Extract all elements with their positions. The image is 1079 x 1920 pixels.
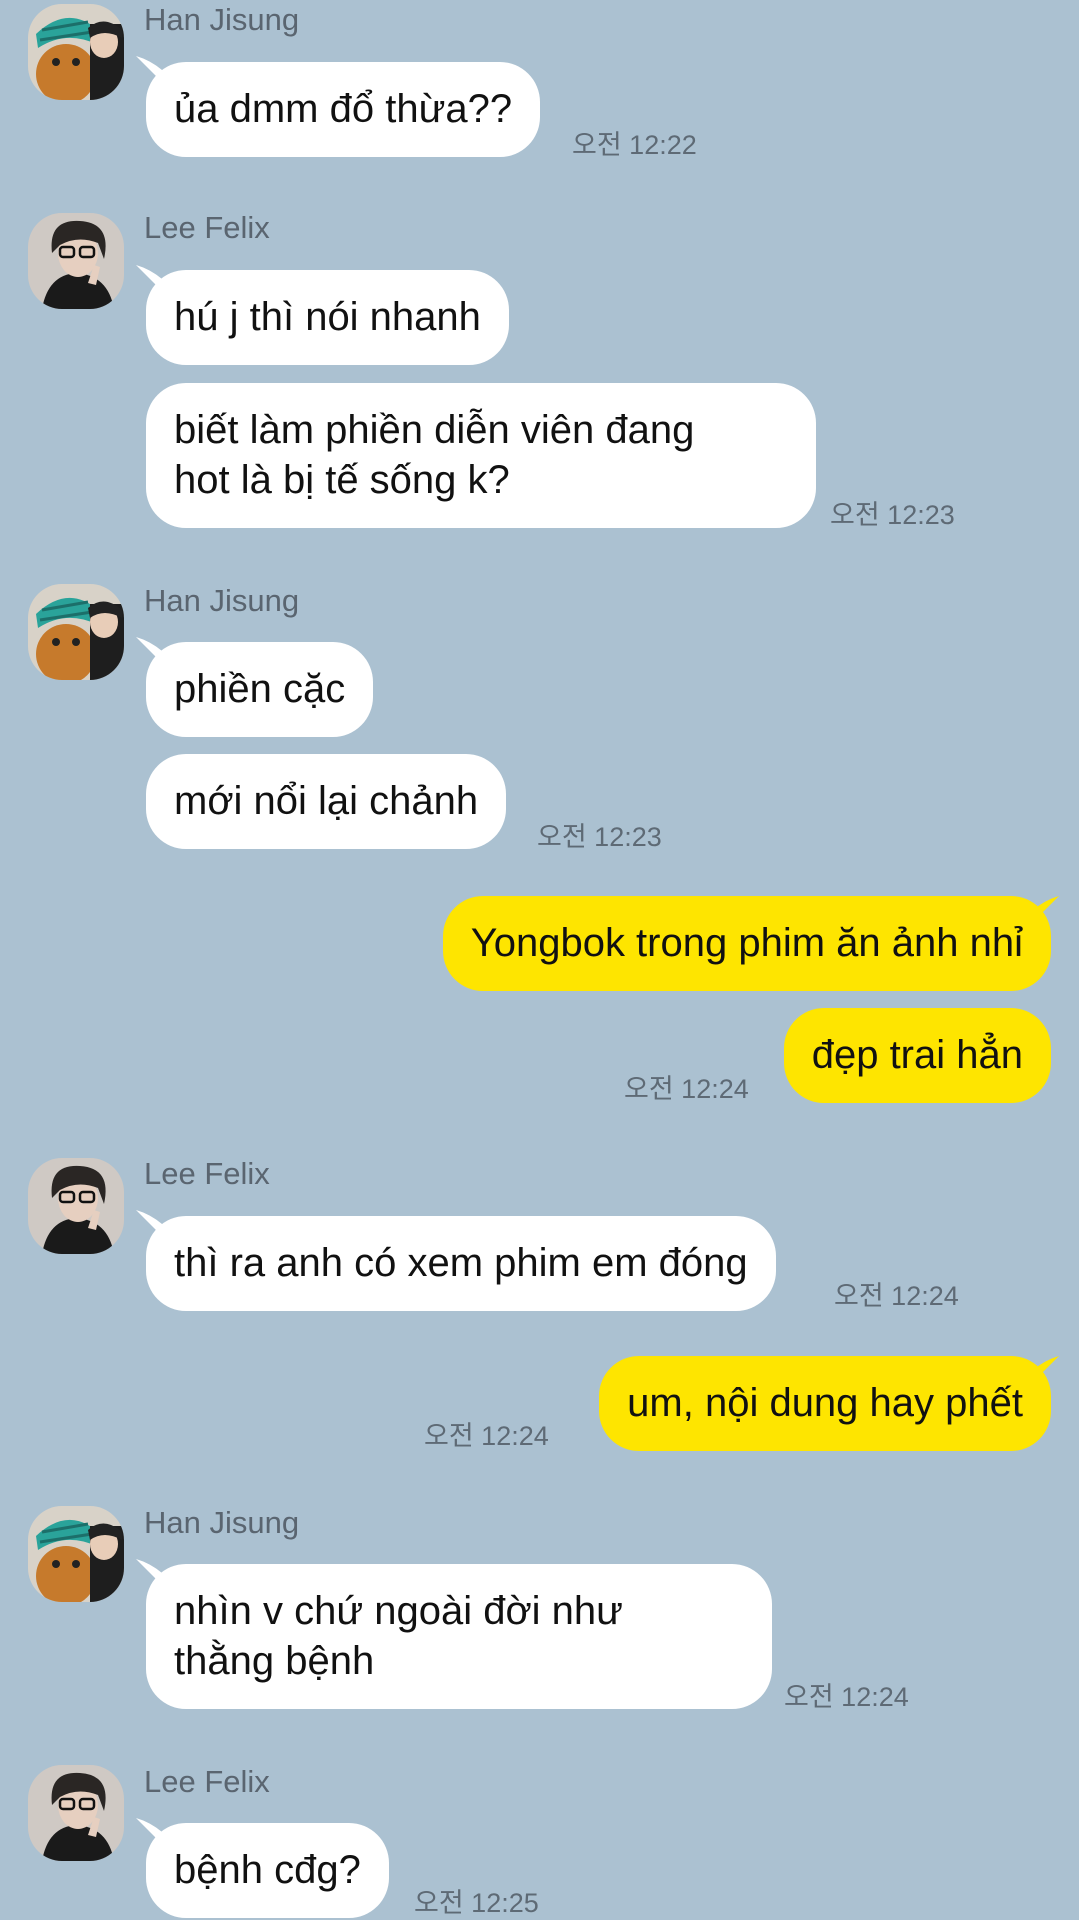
- avatar-lee-felix-icon[interactable]: [28, 1765, 124, 1861]
- message-timestamp: 오전 12:24: [624, 1074, 749, 1104]
- sender-name: Lee Felix: [144, 1156, 270, 1191]
- message-bubble-outgoing[interactable]: đẹp trai hẳn: [783, 1008, 1051, 1103]
- avatar-han-jisung-icon[interactable]: [28, 4, 124, 100]
- avatar-han-jisung-icon[interactable]: [28, 1506, 124, 1602]
- message-bubble-incoming[interactable]: thì ra anh có xem phim em đóng: [146, 1216, 776, 1311]
- sender-name: Lee Felix: [144, 210, 270, 245]
- sender-name: Han Jisung: [144, 583, 300, 618]
- avatar-lee-felix-icon[interactable]: [28, 213, 124, 309]
- chat-area[interactable]: Han Jisung ủa dmm đổ thừa?? 오전 12:22 Lee…: [0, 0, 1079, 1920]
- avatar-han-jisung-icon[interactable]: [28, 584, 124, 680]
- message-timestamp: 오전 12:23: [537, 822, 662, 852]
- message-bubble-incoming[interactable]: bệnh cđg?: [146, 1823, 389, 1918]
- message-bubble-outgoing[interactable]: um, nội dung hay phết: [599, 1356, 1051, 1451]
- message-bubble-incoming[interactable]: ủa dmm đổ thừa??: [146, 62, 541, 157]
- message-bubble-incoming[interactable]: phiền cặc: [146, 642, 374, 737]
- avatar-lee-felix-icon[interactable]: [28, 1158, 124, 1254]
- sender-name: Han Jisung: [144, 2, 300, 37]
- message-bubble-incoming[interactable]: nhìn v chứ ngoài đời như thằng bệnh: [146, 1564, 772, 1709]
- message-timestamp: 오전 12:25: [414, 1888, 539, 1918]
- message-timestamp: 오전 12:22: [572, 130, 697, 160]
- message-timestamp: 오전 12:24: [834, 1281, 959, 1311]
- message-bubble-incoming[interactable]: mới nổi lại chảnh: [146, 754, 507, 849]
- sender-name: Lee Felix: [144, 1764, 270, 1799]
- sender-name: Han Jisung: [144, 1505, 300, 1540]
- message-bubble-incoming[interactable]: biết làm phiền diễn viên đang hot là bị …: [146, 383, 816, 528]
- message-bubble-incoming[interactable]: hú j thì nói nhanh: [146, 270, 509, 365]
- message-timestamp: 오전 12:23: [830, 500, 955, 530]
- message-timestamp: 오전 12:24: [784, 1682, 909, 1712]
- message-bubble-outgoing[interactable]: Yongbok trong phim ăn ảnh nhỉ: [442, 896, 1051, 991]
- message-timestamp: 오전 12:24: [424, 1421, 549, 1451]
